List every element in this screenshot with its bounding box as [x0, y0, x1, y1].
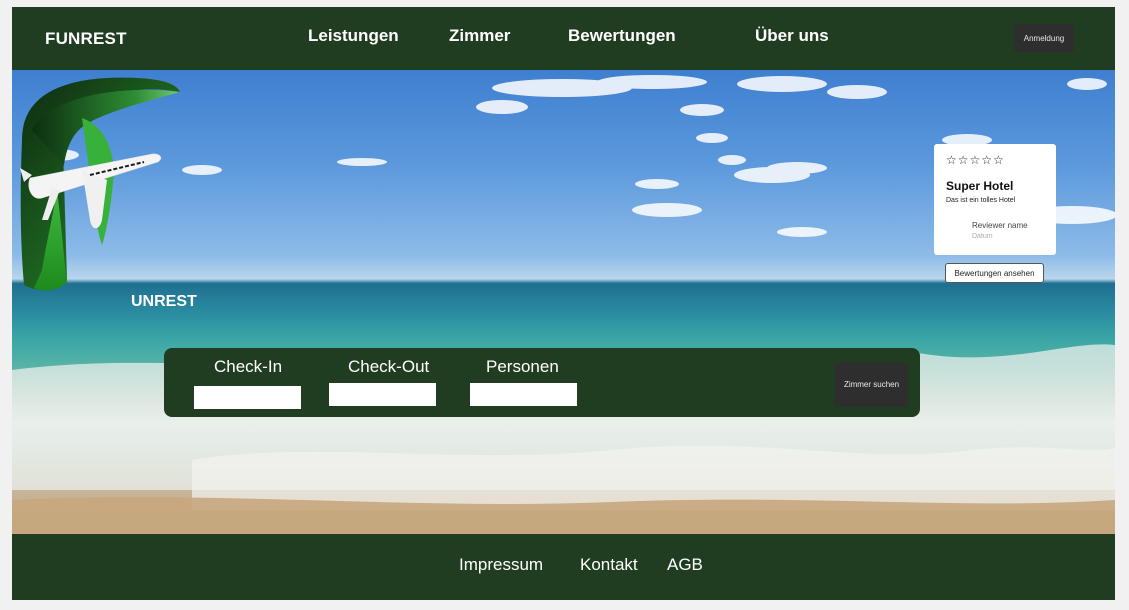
- top-navbar: FUNREST Leistungen Zimmer Bewertungen Üb…: [12, 7, 1115, 70]
- logo-wordmark: UNREST: [131, 293, 197, 310]
- view-reviews-button[interactable]: Bewertungen ansehen: [945, 263, 1044, 283]
- login-button[interactable]: Anmeldung: [1014, 24, 1074, 52]
- reviewer-name: Reviewer name: [972, 221, 1028, 230]
- nav-ueber-uns[interactable]: Über uns: [755, 26, 829, 46]
- hero-beach-image: UNREST ☆☆☆☆☆ Super Hotel Das ist ein tol…: [12, 70, 1115, 534]
- persons-input[interactable]: [470, 383, 577, 406]
- funrest-plane-logo: [20, 77, 180, 291]
- booking-search-bar: Check-In Check-Out Personen Zimmer suche…: [164, 348, 920, 417]
- footer-link-agb[interactable]: AGB: [667, 555, 703, 575]
- nav-zimmer[interactable]: Zimmer: [449, 26, 510, 46]
- footer: Impressum Kontakt AGB: [12, 534, 1115, 600]
- search-rooms-button[interactable]: Zimmer suchen: [835, 362, 908, 407]
- persons-label: Personen: [486, 357, 559, 376]
- review-card: ☆☆☆☆☆ Super Hotel Das ist ein tolles Hot…: [934, 144, 1056, 255]
- star-rating: ☆☆☆☆☆: [946, 153, 1005, 167]
- review-title: Super Hotel: [946, 179, 1014, 193]
- review-date: Datum: [972, 233, 993, 240]
- footer-link-impressum[interactable]: Impressum: [459, 555, 543, 575]
- checkin-input[interactable]: [194, 386, 301, 409]
- checkin-label: Check-In: [214, 357, 283, 376]
- footer-link-kontakt[interactable]: Kontakt: [580, 555, 638, 575]
- review-text: Das ist ein tolles Hotel: [946, 197, 1016, 204]
- brand-logo-text[interactable]: FUNREST: [45, 29, 127, 49]
- page-frame: FUNREST Leistungen Zimmer Bewertungen Üb…: [12, 7, 1115, 600]
- nav-bewertungen[interactable]: Bewertungen: [568, 26, 676, 46]
- checkout-input[interactable]: [329, 383, 436, 406]
- nav-leistungen[interactable]: Leistungen: [308, 26, 399, 46]
- checkout-label: Check-Out: [348, 357, 430, 376]
